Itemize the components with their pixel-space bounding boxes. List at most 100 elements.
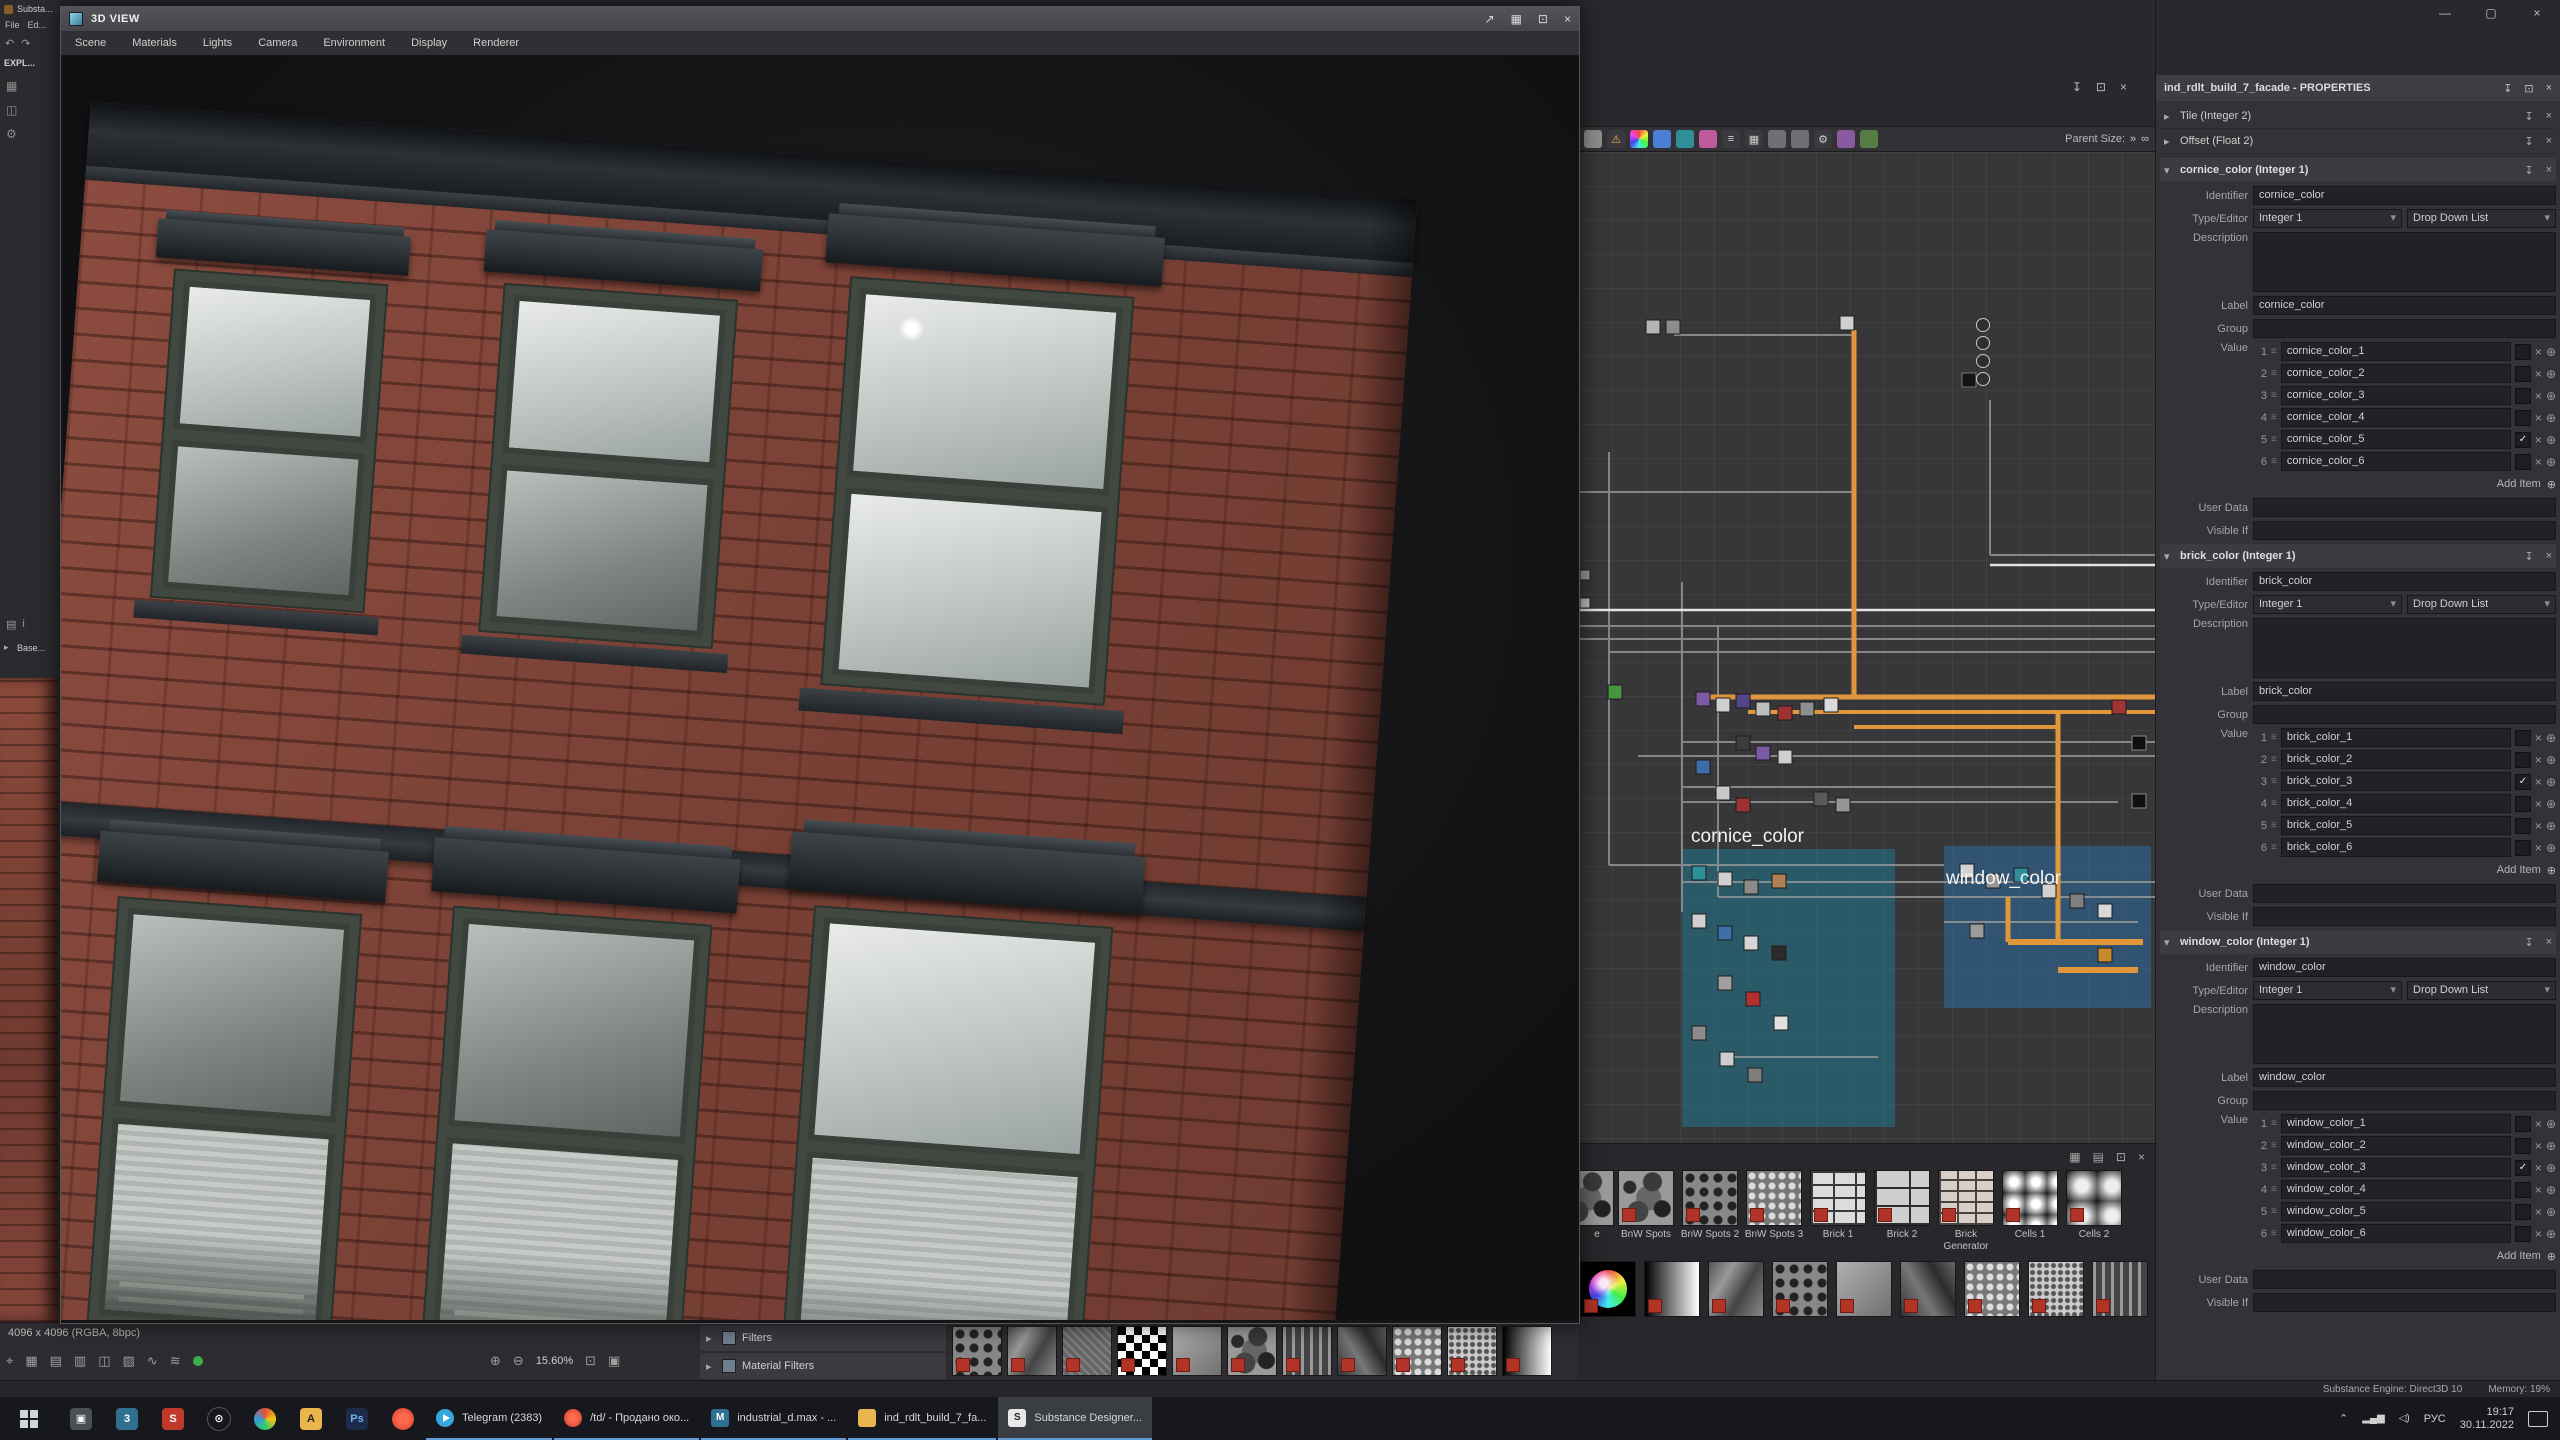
library-thumbnail[interactable] — [952, 1326, 1002, 1376]
close-icon[interactable]: × — [2138, 1150, 2145, 1164]
item-value-field[interactable]: cornice_color_4 — [2281, 408, 2511, 427]
library-thumbnail[interactable] — [1502, 1326, 1552, 1376]
type-dropdown[interactable]: Integer 1▾ — [2253, 209, 2402, 228]
drag-handle-icon[interactable]: ≡ — [2271, 1162, 2277, 1173]
pin-icon[interactable]: ↧ — [2524, 164, 2533, 177]
toolbar-icon-purple[interactable] — [1837, 130, 1855, 148]
item-checkbox[interactable] — [2515, 1138, 2531, 1154]
library-item[interactable]: BnW Spots — [1614, 1170, 1678, 1253]
label-field[interactable]: brick_color — [2253, 682, 2556, 701]
taskbar-app-3dsmax[interactable]: M industrial_d.max - ... — [701, 1397, 846, 1440]
item-checkbox[interactable] — [2515, 1226, 2531, 1242]
item-value-field[interactable]: brick_color_2 — [2281, 750, 2511, 769]
menu-edit[interactable]: Ed... — [28, 20, 47, 30]
add-item-button[interactable]: Add Item⊕ — [2253, 474, 2556, 494]
add-item-icon[interactable]: ⊕ — [2546, 1117, 2556, 1131]
pin-icon[interactable]: ↧ — [2524, 936, 2533, 949]
drag-handle-icon[interactable]: ≡ — [2271, 390, 2277, 401]
library-thumbnail[interactable] — [2066, 1170, 2122, 1226]
item-checkbox[interactable] — [2515, 840, 2531, 856]
sound-icon[interactable]: ◁) — [2399, 1413, 2410, 1424]
item-checkbox[interactable] — [2515, 818, 2531, 834]
add-item-icon[interactable]: ⊕ — [2546, 1227, 2556, 1241]
expand-icon[interactable]: ▾ — [2164, 550, 2174, 563]
add-item-button[interactable]: Add Item⊕ — [2253, 860, 2556, 880]
pin-icon[interactable]: ↧ — [2524, 110, 2533, 123]
group-field[interactable] — [2253, 1091, 2556, 1110]
identifier-field[interactable]: window_color — [2253, 958, 2556, 977]
rows-icon[interactable]: ▥ — [74, 1353, 86, 1369]
identifier-field[interactable]: cornice_color — [2253, 186, 2556, 205]
user-data-field[interactable] — [2253, 498, 2556, 517]
description-field[interactable] — [2253, 1004, 2556, 1064]
start-button[interactable] — [0, 1397, 58, 1440]
panel-icon[interactable]: ◫ — [98, 1353, 110, 1369]
item-value-field[interactable]: window_color_1 — [2281, 1114, 2511, 1133]
close-button[interactable]: × — [2514, 0, 2560, 26]
library-item[interactable]: e — [1580, 1170, 1614, 1253]
menu-materials[interactable]: Materials — [132, 37, 177, 49]
drag-handle-icon[interactable]: ≡ — [2271, 1118, 2277, 1129]
remove-item-icon[interactable]: × — [2535, 731, 2542, 745]
expand-icon[interactable]: ▾ — [2164, 936, 2174, 949]
group-field[interactable] — [2253, 705, 2556, 724]
editor-dropdown[interactable]: Drop Down List▾ — [2407, 595, 2556, 614]
taskbar-app-substance-designer[interactable]: S Substance Designer... — [998, 1397, 1152, 1440]
tab-icon-info[interactable]: i — [22, 618, 24, 631]
library-thumbnail[interactable] — [2028, 1261, 2084, 1317]
drag-handle-icon[interactable]: ≡ — [2271, 434, 2277, 445]
item-value-field[interactable]: brick_color_3 — [2281, 772, 2511, 791]
add-item-icon[interactable]: ⊕ — [2546, 731, 2556, 745]
notification-center-icon[interactable] — [2528, 1411, 2548, 1427]
pin-icon[interactable]: ↧ — [2072, 80, 2082, 94]
item-checkbox[interactable] — [2515, 1182, 2531, 1198]
add-item-icon[interactable]: ⊕ — [2546, 411, 2556, 425]
item-value-field[interactable]: cornice_color_6 — [2281, 452, 2511, 471]
item-checkbox-checked[interactable]: ✓ — [2515, 432, 2531, 448]
add-item-icon[interactable]: ⊕ — [2546, 367, 2556, 381]
taskbar-pinned-app-dark[interactable]: ⊙ — [196, 1397, 242, 1440]
taskbar-pinned-opera[interactable] — [380, 1397, 426, 1440]
library-thumbnail[interactable] — [1227, 1326, 1277, 1376]
remove-item-icon[interactable]: × — [2535, 1117, 2542, 1131]
library-item[interactable]: Cells 1 — [1998, 1170, 2062, 1253]
save-icon[interactable]: ▦ — [6, 79, 54, 93]
close-icon[interactable]: × — [2546, 164, 2552, 177]
taskbar-pinned-photoshop[interactable]: Ps — [334, 1397, 380, 1440]
sliders-icon[interactable]: ≡ — [1722, 130, 1740, 148]
drag-handle-icon[interactable]: ≡ — [2271, 754, 2277, 765]
library-item[interactable]: BnW Spots 3 — [1742, 1170, 1806, 1253]
remove-item-icon[interactable]: × — [2535, 1205, 2542, 1219]
library-thumbnail[interactable] — [1062, 1326, 1112, 1376]
hatch-icon[interactable]: ▨ — [123, 1353, 135, 1369]
drag-handle-icon[interactable]: ≡ — [2271, 732, 2277, 743]
library-item[interactable]: Cells 2 — [2062, 1170, 2126, 1253]
add-item-icon[interactable]: ⊕ — [2546, 1205, 2556, 1219]
close-icon[interactable]: × — [2546, 550, 2552, 563]
visible-if-field[interactable] — [2253, 907, 2556, 926]
warning-icon[interactable]: ⚠ — [1607, 130, 1625, 148]
drag-handle-icon[interactable]: ≡ — [2271, 1184, 2277, 1195]
library-thumbnail[interactable] — [1708, 1261, 1764, 1317]
visible-if-field[interactable] — [2253, 521, 2556, 540]
library-thumbnail[interactable] — [1007, 1326, 1057, 1376]
item-checkbox-checked[interactable]: ✓ — [2515, 774, 2531, 790]
network-icon[interactable]: ▂▄▆ — [2362, 1413, 2384, 1424]
add-item-icon[interactable]: ⊕ — [2546, 775, 2556, 789]
zoom-out-icon[interactable]: ⊖ — [513, 1353, 524, 1369]
add-item-icon[interactable]: ⊕ — [2546, 433, 2556, 447]
type-dropdown[interactable]: Integer 1▾ — [2253, 595, 2402, 614]
close-icon[interactable]: × — [2546, 135, 2552, 148]
drag-handle-icon[interactable]: ≡ — [2271, 776, 2277, 787]
collapsed-section-tile[interactable]: ▸ Tile (Integer 2) ↧× — [2160, 104, 2556, 129]
label-field[interactable]: cornice_color — [2253, 296, 2556, 315]
list-view-icon[interactable]: ▤ — [2093, 1150, 2104, 1164]
item-value-field[interactable]: cornice_color_1 — [2281, 342, 2511, 361]
library-material-filters-item[interactable]: ▸ Material Filters — [700, 1353, 946, 1379]
library-thumbnail[interactable] — [1836, 1261, 1892, 1317]
drag-handle-icon[interactable]: ≡ — [2271, 820, 2277, 831]
drag-handle-icon[interactable]: ≡ — [2271, 842, 2277, 853]
expand-icon[interactable]: ▾ — [2164, 164, 2174, 177]
library-thumbnail[interactable] — [1682, 1170, 1738, 1226]
section-header[interactable]: ▾ window_color (Integer 1) ↧× — [2160, 930, 2556, 954]
